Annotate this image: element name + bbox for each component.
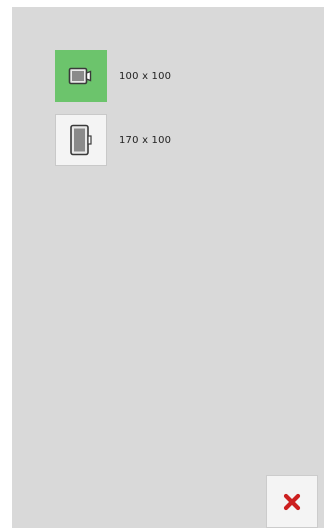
option-100x100[interactable]: 100 x 100 <box>55 50 171 102</box>
hoop-small-icon <box>68 67 92 85</box>
selection-panel: 100 x 100 170 x 100 <box>12 7 324 528</box>
option-170x100-tile[interactable] <box>55 114 107 166</box>
close-button[interactable] <box>266 475 318 528</box>
option-100x100-label: 100 x 100 <box>119 70 172 82</box>
hoop-large-icon <box>70 124 92 156</box>
option-170x100-label: 170 x 100 <box>119 134 172 146</box>
option-170x100[interactable]: 170 x 100 <box>55 114 171 166</box>
option-100x100-tile[interactable] <box>55 50 107 102</box>
close-x-icon <box>283 493 301 510</box>
